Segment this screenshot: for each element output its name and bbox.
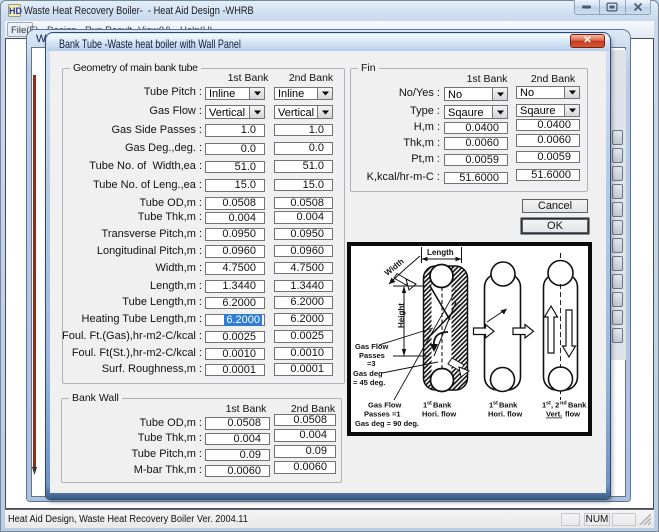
svg-text:Vert.: Vert.: [546, 410, 562, 419]
svg-text:Passes =1: Passes =1: [364, 410, 401, 419]
svg-text:Width: Width: [382, 257, 405, 278]
svg-text:Bank: Bank: [499, 401, 518, 410]
svg-text:nd: nd: [560, 401, 567, 407]
svg-text:Bank: Bank: [568, 401, 587, 410]
svg-text:, 2: , 2: [551, 401, 559, 410]
svg-text:Gas deg: Gas deg: [353, 369, 383, 378]
svg-text:=3: =3: [367, 359, 376, 368]
svg-text:st: st: [493, 401, 498, 407]
svg-text:st: st: [427, 401, 432, 407]
svg-text:= 45 deg.: = 45 deg.: [353, 378, 385, 387]
svg-text:flow: flow: [565, 410, 580, 419]
svg-text:Height: Height: [397, 303, 406, 328]
svg-text:Gas Flow: Gas Flow: [368, 401, 402, 410]
svg-text:Hori. flow: Hori. flow: [488, 410, 522, 419]
svg-text:Gas deg = 90 deg.: Gas deg = 90 deg.: [355, 419, 419, 428]
svg-text:Hori. flow: Hori. flow: [422, 410, 456, 419]
svg-text:Length: Length: [427, 248, 454, 257]
svg-text:Bank: Bank: [433, 401, 452, 410]
